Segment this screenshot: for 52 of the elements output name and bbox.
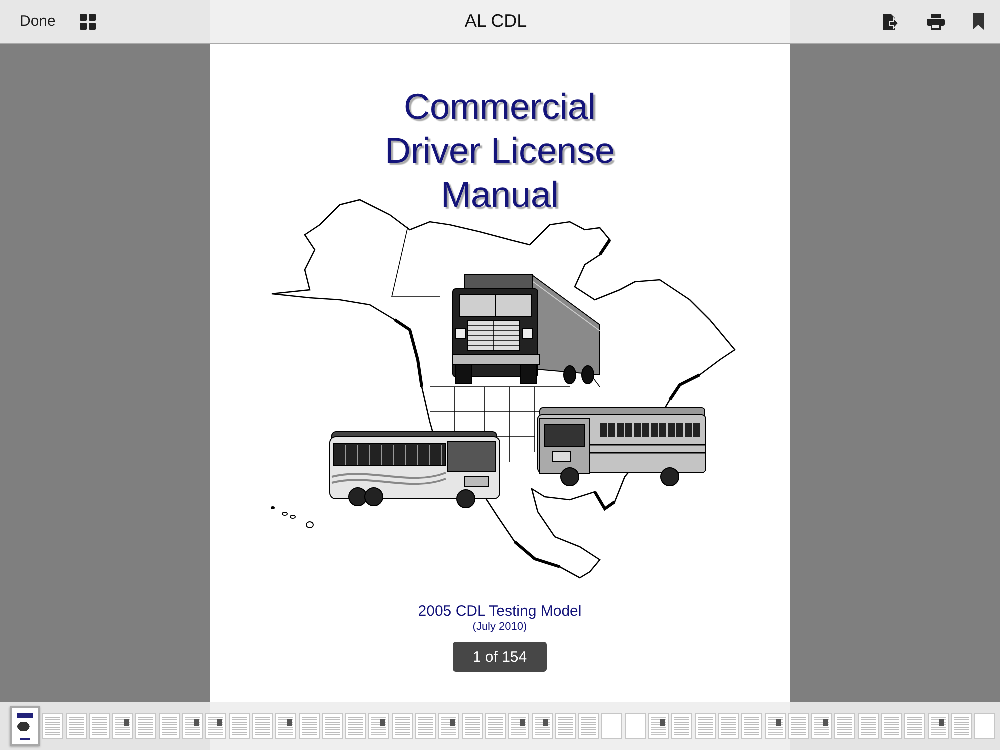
page-thumbnail[interactable]: [671, 713, 692, 739]
page-thumbnail[interactable]: [158, 713, 180, 739]
page-thumbnail[interactable]: [554, 713, 576, 739]
page-thumbnail[interactable]: [182, 713, 204, 739]
page-thumbnail[interactable]: [228, 713, 250, 739]
page-thumbnail[interactable]: [462, 713, 483, 739]
page-thumbnail[interactable]: [484, 713, 506, 739]
page-thumbnail[interactable]: [368, 713, 390, 739]
page-thumbnail[interactable]: [694, 713, 716, 739]
page-thumbnail[interactable]: [10, 706, 40, 746]
page-thumbnail[interactable]: [834, 713, 856, 739]
cover-title: Commercial Driver License Manual: [384, 85, 616, 217]
done-button[interactable]: Done: [12, 9, 64, 34]
page-thumbnail[interactable]: [880, 713, 902, 739]
page-thumbnail[interactable]: [66, 713, 87, 739]
page-thumbnail[interactable]: [858, 713, 879, 739]
page-thumbnail[interactable]: [42, 713, 64, 739]
page-thumbnail[interactable]: [298, 713, 320, 739]
page-thumbnail[interactable]: [322, 713, 343, 739]
cover-subtitle: 2005 CDL Testing Model: [418, 603, 582, 621]
page-thumbnail[interactable]: [904, 713, 926, 739]
page-thumbnail[interactable]: [508, 713, 530, 739]
bookmark-icon[interactable]: [973, 13, 984, 30]
page-thumbnail[interactable]: [624, 713, 646, 739]
print-icon[interactable]: [927, 14, 945, 30]
grid-icon[interactable]: [80, 14, 96, 30]
page-indicator: 1 of 154: [453, 642, 547, 672]
page-thumbnail[interactable]: [950, 713, 972, 739]
page-thumbnail[interactable]: [974, 713, 996, 739]
page-thumbnail[interactable]: [112, 713, 134, 739]
cover-date: (July 2010): [472, 621, 528, 634]
page-thumbnail[interactable]: [438, 713, 460, 739]
page-thumbnail[interactable]: [252, 713, 273, 739]
page-thumbnail[interactable]: [532, 713, 553, 739]
page-thumbnail[interactable]: [392, 713, 413, 739]
page-thumbnail[interactable]: [205, 713, 226, 739]
page-thumbnail[interactable]: [811, 713, 832, 739]
page-thumbnail[interactable]: [345, 713, 366, 739]
page-thumbnail[interactable]: [928, 713, 949, 739]
document-title: AL CDL: [464, 11, 528, 32]
page-thumbnail[interactable]: [578, 713, 600, 739]
page-thumbnail[interactable]: [415, 713, 436, 739]
page-thumbnail[interactable]: [741, 713, 762, 739]
page-thumbnail[interactable]: [275, 713, 296, 739]
page-thumbnail[interactable]: [135, 713, 156, 739]
export-document-icon[interactable]: [883, 12, 899, 30]
page-thumbnail[interactable]: [718, 713, 739, 739]
page-thumbnail[interactable]: [601, 713, 622, 739]
page-thumbnail[interactable]: [788, 713, 809, 739]
page-thumbnail[interactable]: [648, 713, 670, 739]
page-thumbnail[interactable]: [88, 713, 110, 739]
page-thumbnail[interactable]: [764, 713, 786, 739]
